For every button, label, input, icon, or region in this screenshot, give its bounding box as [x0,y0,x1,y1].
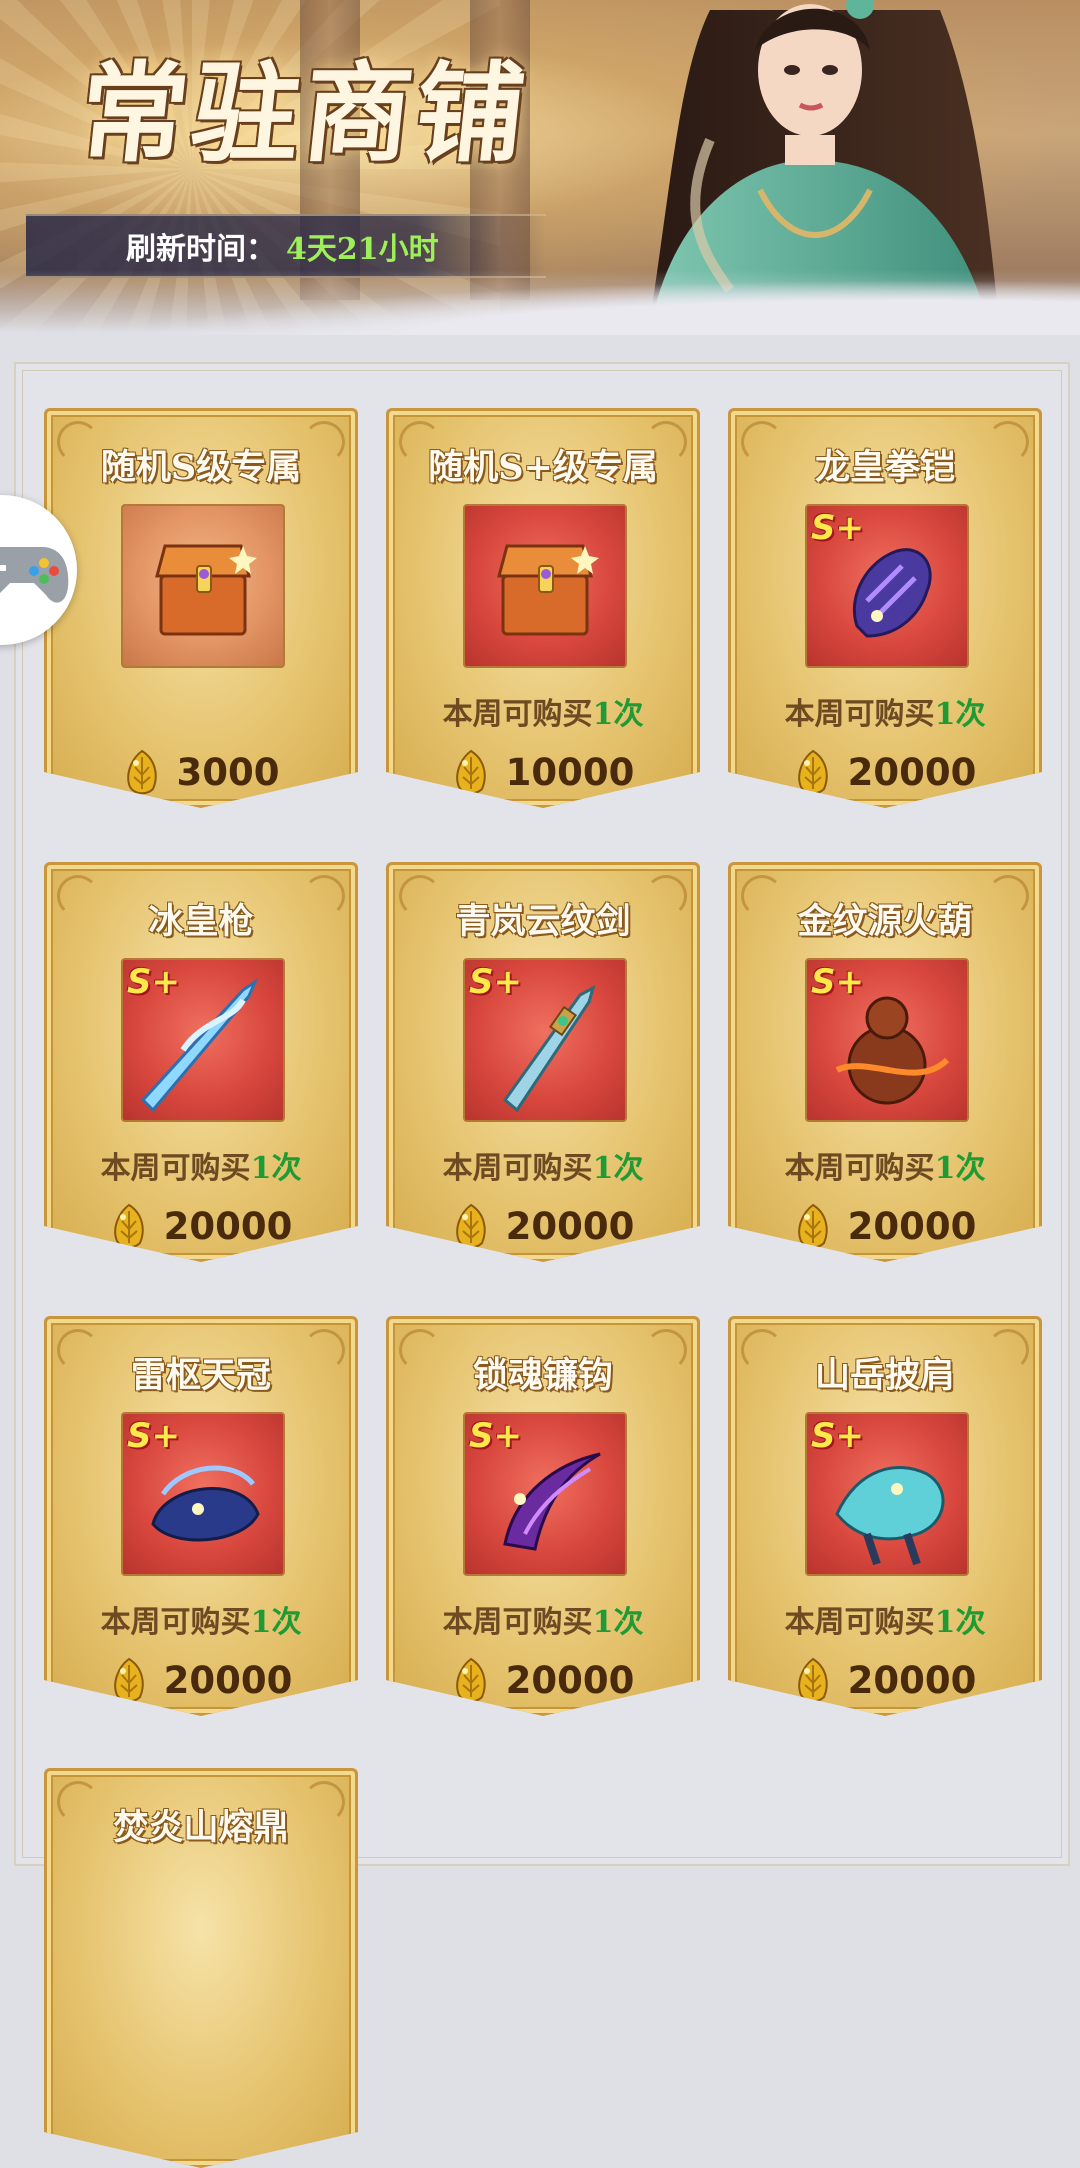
limit-count: 1 [934,1605,956,1640]
item-name: 青岚云纹剑 [455,901,631,942]
refresh-countdown: 4天21小时 [286,232,439,267]
item-name: 金纹源火葫 [797,901,973,942]
item-image[interactable]: S+ [463,958,627,1122]
shop-item-card[interactable]: 龙皇拳铠 S+ 本周可购买1次 20000 [728,408,1042,808]
purchase-limit: 本周可购买1次 [389,1597,697,1641]
item-image[interactable]: S+ [121,1412,285,1576]
price-value: 20000 [847,1204,977,1248]
price-value: 3000 [176,750,280,794]
shop-item-card[interactable]: 锁魂镰钩 S+ 本周可购买1次 20000 [386,1316,700,1716]
shop-item-card[interactable]: 青岚云纹剑 S+ 本周可购买1次 20000 [386,862,700,1262]
item-name: 雷枢天冠 [130,1355,271,1396]
grade-badge: S+ [811,508,864,548]
gamepad-icon [0,547,69,603]
item-name: 随机S+级专属 [428,447,658,488]
limit-count: 1 [250,1151,272,1186]
shop-item-card[interactable]: 金纹源火葫 S+ 本周可购买1次 20000 [728,862,1042,1262]
limit-suffix: 次 [955,1151,986,1186]
gold-leaf-currency-icon [797,1203,828,1249]
purchase-limit: 本周可购买1次 [47,1143,355,1187]
price-value: 20000 [163,1204,293,1248]
price-value: 20000 [163,1658,293,1702]
limit-suffix: 次 [613,1151,644,1186]
limit-count: 1 [250,1605,272,1640]
limit-suffix: 次 [613,697,644,732]
grade-badge: S+ [811,962,864,1002]
refresh-label: 刷新时间： [126,232,276,267]
item-name: 龙皇拳铠 [814,447,955,488]
gold-leaf-currency-icon [797,749,828,795]
shop-item-card[interactable]: 随机S级专属 3000 [44,408,358,808]
limit-suffix: 次 [613,1605,644,1640]
limit-prefix: 本周可购买 [442,1151,593,1186]
limit-prefix: 本周可购买 [100,1605,251,1640]
grade-badge: S+ [127,962,180,1002]
gold-leaf-currency-icon [797,1657,828,1703]
limit-count: 1 [934,1151,956,1186]
grade-badge: S+ [127,1416,180,1456]
shop-item-card[interactable]: 随机S+级专属 本周可购买1次 10000 [386,408,700,808]
gold-leaf-currency-icon [455,1657,486,1703]
item-name: 冰皇枪 [148,901,254,942]
price-value: 10000 [505,750,635,794]
limit-count: 1 [592,697,614,732]
limit-count: 1 [934,697,956,732]
limit-count: 1 [592,1151,614,1186]
grade-badge: S+ [469,1416,522,1456]
item-image[interactable] [121,504,285,668]
gold-leaf-currency-icon [113,1203,144,1249]
limit-prefix: 本周可购买 [784,1151,935,1186]
gold-leaf-currency-icon [126,749,157,795]
item-image[interactable]: S+ [463,1412,627,1576]
purchase-limit: 本周可购买1次 [389,689,697,733]
price-value: 20000 [847,750,977,794]
limit-prefix: 本周可购买 [442,697,593,732]
item-image[interactable]: S+ [121,958,285,1122]
limit-suffix: 次 [271,1151,302,1186]
item-image[interactable]: S+ [805,1412,969,1576]
item-name: 山岳披肩 [814,1355,955,1396]
limit-suffix: 次 [271,1605,302,1640]
floating-gamepad-button[interactable] [0,495,77,645]
refresh-timer-bar: 刷新时间： 4天21小时 [26,214,546,278]
limit-count: 1 [592,1605,614,1640]
purchase-limit: 本周可购买1次 [731,1143,1039,1187]
page-title: 常驻商铺 [73,51,535,177]
shop-item-card[interactable]: 冰皇枪 S+ 本周可购买1次 20000 [44,862,358,1262]
price-value: 20000 [847,1658,977,1702]
purchase-limit: 本周可购买1次 [389,1143,697,1187]
limit-prefix: 本周可购买 [442,1605,593,1640]
price-value: 20000 [505,1204,635,1248]
treasure-chest-icon [497,544,599,636]
item-image[interactable] [463,504,627,668]
item-name: 焚炎山熔鼎 [113,1807,289,1848]
grade-badge: S+ [469,962,522,1002]
gold-leaf-currency-icon [455,1203,486,1249]
shop-item-card[interactable]: 山岳披肩 S+ 本周可购买1次 20000 [728,1316,1042,1716]
item-name: 锁魂镰钩 [472,1355,613,1396]
shop-item-card[interactable]: 焚炎山熔鼎 [44,1768,358,2168]
purchase-limit: 本周可购买1次 [731,689,1039,733]
price-value: 20000 [505,1658,635,1702]
gold-leaf-currency-icon [455,749,486,795]
limit-suffix: 次 [955,697,986,732]
item-image[interactable]: S+ [805,958,969,1122]
shop-banner: 常驻商铺 刷新时间： 4天21小时 [0,0,1080,335]
purchase-limit: 本周可购买1次 [47,1597,355,1641]
banner-cloud-border [0,270,1080,335]
limit-prefix: 本周可购买 [784,1605,935,1640]
item-name: 随机S级专属 [100,447,302,488]
grade-badge: S+ [811,1416,864,1456]
shop-item-card[interactable]: 雷枢天冠 S+ 本周可购买1次 20000 [44,1316,358,1716]
gold-leaf-currency-icon [113,1657,144,1703]
limit-prefix: 本周可购买 [784,697,935,732]
limit-suffix: 次 [955,1605,986,1640]
purchase-limit: 本周可购买1次 [731,1597,1039,1641]
item-image[interactable]: S+ [805,504,969,668]
limit-prefix: 本周可购买 [100,1151,251,1186]
treasure-chest-icon [155,544,257,636]
